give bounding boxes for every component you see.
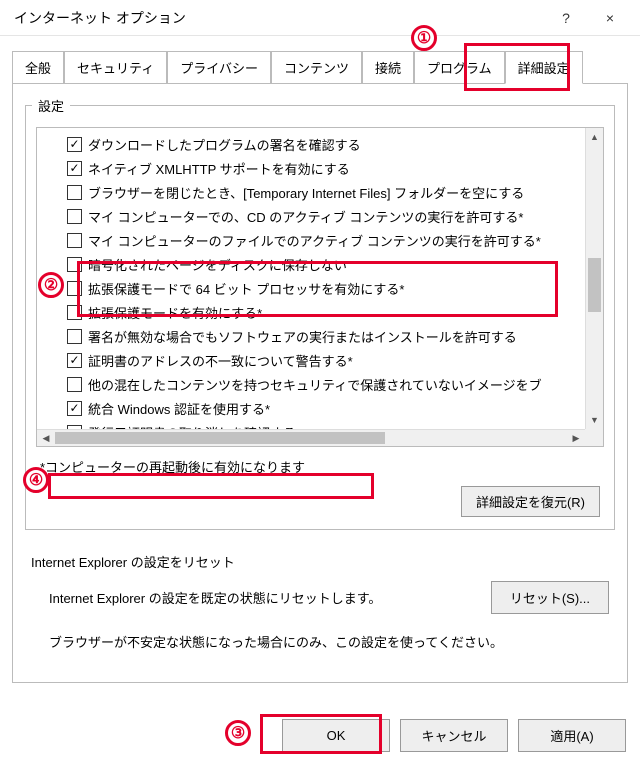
tab-advanced[interactable]: 詳細設定 (505, 51, 583, 84)
dialog-buttons: OK キャンセル 適用(A) (282, 719, 626, 752)
restore-advanced-button[interactable]: 詳細設定を復元(R) (461, 486, 600, 517)
checkbox[interactable] (67, 137, 82, 152)
chevron-right-icon[interactable]: ▶ (567, 430, 585, 446)
option-label: 拡張保護モードを有効にする* (88, 303, 262, 322)
tab-row: 全般 セキュリティ プライバシー コンテンツ 接続 プログラム 詳細設定 (0, 36, 640, 83)
option-label: マイ コンピューターのファイルでのアクティブ コンテンツの実行を許可する* (88, 231, 541, 250)
scroll-corner (585, 429, 603, 446)
cancel-button[interactable]: キャンセル (400, 719, 508, 752)
list-item[interactable]: 発行元証明書の取り消しを確認する (67, 420, 585, 429)
settings-list[interactable]: ダウンロードしたプログラムの署名を確認する ネイティブ XMLHTTP サポート… (37, 128, 585, 429)
reset-text: Internet Explorer の設定を既定の状態にリセットします。 (49, 588, 381, 607)
hscroll-thumb[interactable] (55, 432, 385, 444)
list-item[interactable]: 拡張保護モードで 64 ビット プロセッサを有効にする* (67, 276, 585, 300)
option-label: ネイティブ XMLHTTP サポートを有効にする (88, 159, 350, 178)
checkbox[interactable] (67, 185, 82, 200)
list-item[interactable]: ブラウザーを閉じたとき、[Temporary Internet Files] フ… (67, 180, 585, 204)
ok-button[interactable]: OK (282, 719, 390, 752)
option-label: ダウンロードしたプログラムの署名を確認する (88, 135, 361, 154)
checkbox[interactable] (67, 209, 82, 224)
checkbox[interactable] (67, 305, 82, 320)
tab-general[interactable]: 全般 (12, 51, 64, 84)
reset-description: ブラウザーが不安定な状態になった場合にのみ、この設定を使ってください。 (49, 632, 609, 651)
horizontal-scrollbar[interactable]: ◀ ▶ (37, 429, 585, 446)
list-item[interactable]: 拡張保護モードを有効にする* (67, 300, 585, 324)
settings-group: 設定 ダウンロードしたプログラムの署名を確認する ネイティブ XMLHTTP サ… (25, 96, 615, 530)
window-title: インターネット オプション (14, 8, 544, 28)
checkbox[interactable] (67, 353, 82, 368)
list-item[interactable]: 暗号化されたページをディスクに保存しない (67, 252, 585, 276)
list-item[interactable]: マイ コンピューターのファイルでのアクティブ コンテンツの実行を許可する* (67, 228, 585, 252)
settings-list-wrap: ダウンロードしたプログラムの署名を確認する ネイティブ XMLHTTP サポート… (36, 127, 604, 447)
chevron-left-icon[interactable]: ◀ (37, 430, 55, 446)
option-label: ブラウザーを閉じたとき、[Temporary Internet Files] フ… (88, 183, 524, 202)
option-label: 拡張保護モードで 64 ビット プロセッサを有効にする* (88, 279, 405, 298)
list-item[interactable]: 証明書のアドレスの不一致について警告する* (67, 348, 585, 372)
titlebar: インターネット オプション ? × (0, 0, 640, 36)
help-icon[interactable]: ? (544, 3, 588, 33)
checkbox[interactable] (67, 161, 82, 176)
checkbox[interactable] (67, 233, 82, 248)
vertical-scrollbar[interactable]: ▲ ▼ (585, 128, 603, 429)
option-label: 暗号化されたページをディスクに保存しない (88, 255, 347, 274)
checkbox[interactable] (67, 329, 82, 344)
checkbox[interactable] (67, 281, 82, 296)
reset-section: Internet Explorer の設定をリセット Internet Expl… (31, 552, 609, 651)
reset-heading: Internet Explorer の設定をリセット (31, 552, 609, 571)
close-icon[interactable]: × (588, 3, 632, 33)
apply-button[interactable]: 適用(A) (518, 719, 626, 752)
option-label: マイ コンピューターでの、CD のアクティブ コンテンツの実行を許可する* (88, 207, 523, 226)
settings-legend: 設定 (32, 96, 70, 115)
option-label: 他の混在したコンテンツを持つセキュリティで保護されていないイメージをブ (88, 375, 542, 394)
list-item[interactable]: マイ コンピューターでの、CD のアクティブ コンテンツの実行を許可する* (67, 204, 585, 228)
chevron-up-icon[interactable]: ▲ (586, 128, 603, 146)
tab-privacy[interactable]: プライバシー (167, 51, 271, 84)
option-label: 署名が無効な場合でもソフトウェアの実行またはインストールを許可する (88, 327, 517, 346)
tab-programs[interactable]: プログラム (414, 51, 505, 84)
list-item[interactable]: 署名が無効な場合でもソフトウェアの実行またはインストールを許可する (67, 324, 585, 348)
checkbox[interactable] (67, 401, 82, 416)
checkbox[interactable] (67, 377, 82, 392)
list-item[interactable]: 他の混在したコンテンツを持つセキュリティで保護されていないイメージをブ (67, 372, 585, 396)
annotation-3: ③ (225, 720, 251, 746)
tab-content[interactable]: コンテンツ (271, 51, 362, 84)
tab-security[interactable]: セキュリティ (64, 51, 167, 84)
list-item[interactable]: 統合 Windows 認証を使用する* (67, 396, 585, 420)
tab-connections[interactable]: 接続 (362, 51, 414, 84)
list-item[interactable]: ダウンロードしたプログラムの署名を確認する (67, 132, 585, 156)
tab-advanced-content: 設定 ダウンロードしたプログラムの署名を確認する ネイティブ XMLHTTP サ… (12, 83, 628, 683)
restart-note: *コンピューターの再起動後に有効になります (40, 457, 600, 476)
option-label: 統合 Windows 認証を使用する* (88, 399, 270, 418)
chevron-down-icon[interactable]: ▼ (586, 411, 603, 429)
checkbox[interactable] (67, 257, 82, 272)
option-label: 証明書のアドレスの不一致について警告する* (88, 351, 353, 370)
reset-button[interactable]: リセット(S)... (491, 581, 609, 614)
list-item[interactable]: ネイティブ XMLHTTP サポートを有効にする (67, 156, 585, 180)
vscroll-thumb[interactable] (588, 258, 601, 312)
